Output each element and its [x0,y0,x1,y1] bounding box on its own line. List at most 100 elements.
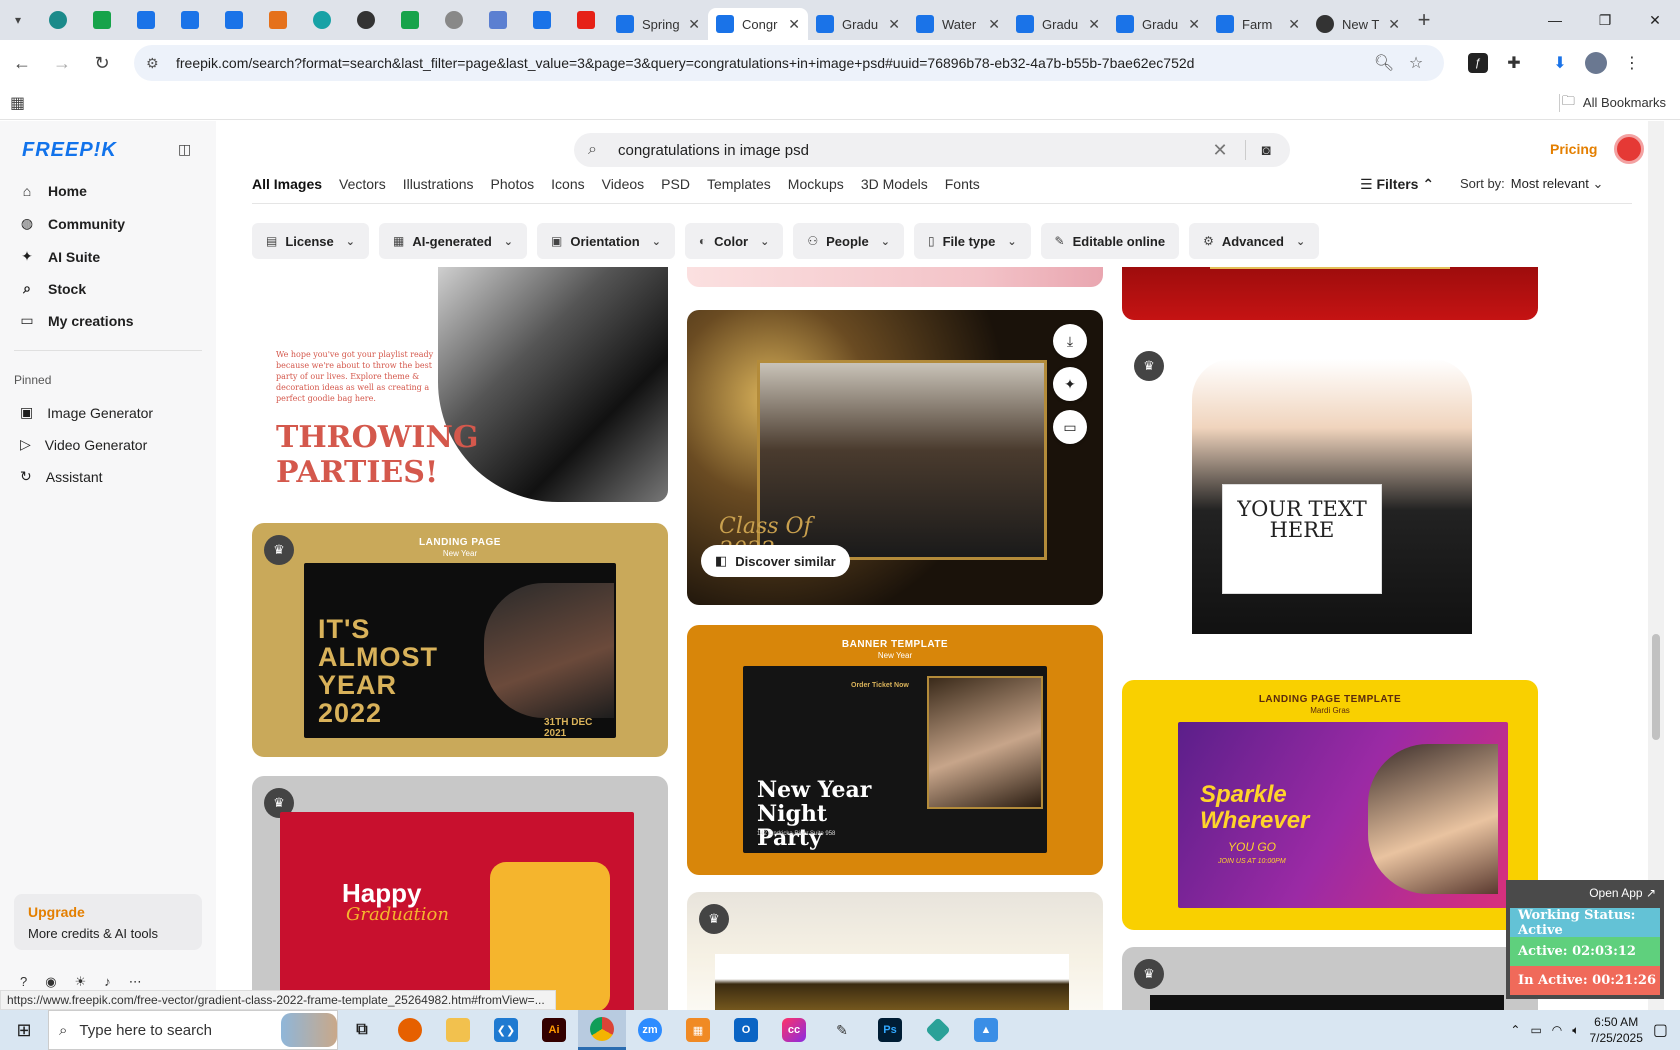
pinned-tab[interactable] [476,0,520,40]
chip-advanced[interactable]: ⚙ Advanced ⌄ [1189,223,1320,259]
bookmark-star-icon[interactable]: ☆ [1400,53,1432,73]
pinned-tab[interactable] [520,0,564,40]
tab-templates[interactable]: Templates [707,176,771,202]
browser-tab[interactable]: Gradu ✕ [1108,8,1208,40]
chip-people[interactable]: ⚇ People ⌄ [793,223,904,259]
pen-tool-icon[interactable]: ✎ [818,1010,866,1050]
scrollbar-thumb[interactable] [1652,634,1660,740]
download-button[interactable]: ⤓ [1053,324,1087,358]
pinned-tab[interactable] [168,0,212,40]
result-card-dark[interactable]: ♛ [1122,947,1538,1010]
tab-vectors[interactable]: Vectors [339,176,386,202]
filters-button[interactable]: ☰ Filters ⌃ [1360,176,1434,193]
wifi-icon[interactable]: ◠ [1552,1023,1562,1037]
result-card-golden-confetti[interactable]: ♛ [687,892,1103,1010]
chevron-up-icon[interactable]: ⌃ [1510,1023,1520,1037]
photoshop-icon[interactable]: Ps [866,1010,914,1050]
taskbar-search[interactable]: ⌕ Type here to search [48,1010,338,1050]
sidebar-item-ai-suite[interactable]: ✦ AI Suite [20,248,100,265]
puzzle-icon[interactable]: ✚ [1496,45,1532,81]
apps-grid-icon[interactable]: ▦ [10,93,25,113]
sidebar-item-stock[interactable]: ⌕ Stock [20,280,86,297]
page-scrollbar[interactable] [1648,121,1664,1010]
reload-icon[interactable]: ↻ [84,45,120,81]
pinned-tab[interactable] [80,0,124,40]
tab-photos[interactable]: Photos [491,176,535,202]
result-card-throwing-parties[interactable]: We hope you've got your playlist ready b… [252,267,668,502]
windows-start-icon[interactable]: ⊞ [0,1010,48,1050]
more-icon[interactable]: ⋯ [129,974,142,990]
clear-icon[interactable]: ✕ [1205,140,1235,161]
avatar[interactable] [1614,134,1644,164]
sidebar-item-home[interactable]: ⌂ Home [20,183,87,199]
pinned-tab[interactable] [212,0,256,40]
back-icon[interactable]: ← [4,45,40,81]
browser-tab[interactable]: Gradu ✕ [1008,8,1108,40]
clock[interactable]: 6:50 AM 7/25/2025 [1589,1014,1642,1046]
freepik-logo[interactable]: FREEP!K [22,139,117,162]
pinned-item-assistant[interactable]: ↻ Assistant [20,468,103,485]
theme-icon[interactable]: ☀ [75,974,87,990]
firefox-icon[interactable] [386,1010,434,1050]
pinned-tab[interactable] [344,0,388,40]
tab-all-images[interactable]: All Images [252,176,322,202]
photos-icon[interactable]: ▲ [962,1010,1010,1050]
upgrade-card[interactable]: Upgrade More credits & AI tools [14,894,202,950]
browser-tab[interactable]: Farm ✕ [1208,8,1308,40]
profile-avatar[interactable] [1578,45,1614,81]
extension-icon[interactable]: ƒ [1460,45,1496,81]
zoom-icon[interactable]: zm [626,1010,674,1050]
zoom-icon[interactable]: 🔍︎ [1368,53,1400,73]
discord-icon[interactable]: ◉ [45,974,56,990]
result-card-landing-page[interactable]: ♛ LANDING PAGE New Year IT'S ALMOST YEAR… [252,523,668,757]
illustrator-icon[interactable]: Ai [530,1010,578,1050]
ai-edit-button[interactable]: ✦ [1053,367,1087,401]
camera-icon[interactable]: ◙ [1256,142,1276,159]
search-bar[interactable]: ⌕ congratulations in image psd ✕ ◙ [574,133,1290,167]
search-input[interactable]: congratulations in image psd [618,142,1205,159]
minimize-icon[interactable]: — [1530,0,1580,40]
tab-psd[interactable]: PSD [661,176,690,202]
pinned-tab[interactable] [432,0,476,40]
file-explorer-icon[interactable] [434,1010,482,1050]
download-icon[interactable]: ⬇ [1542,45,1578,81]
tab-videos[interactable]: Videos [602,176,645,202]
discover-similar-button[interactable]: ◧ Discover similar [701,545,850,577]
result-card-class-of-2022[interactable]: Class Of 2022 ⤓ ✦ ▭ ◧Discover similar [687,310,1103,605]
close-icon[interactable]: ✕ [1188,16,1200,33]
open-app-button[interactable]: Open App ↗ [1506,880,1664,906]
chrome-icon[interactable] [578,1010,626,1050]
tab-illustrations[interactable]: Illustrations [403,176,474,202]
notification-icon[interactable]: ▢ [1653,1020,1668,1040]
chip-license[interactable]: ▤ License ⌄ [252,223,369,259]
pinned-tab[interactable] [36,0,80,40]
app-icon[interactable] [914,1010,962,1050]
app-icon[interactable]: ▦ [674,1010,722,1050]
pinned-item-image-generator[interactable]: ▣ Image Generator [20,404,153,421]
tab-mockups[interactable]: Mockups [788,176,844,202]
pinned-tab[interactable] [256,0,300,40]
close-icon[interactable]: ✕ [888,16,900,33]
restore-icon[interactable]: ❐ [1580,0,1630,40]
result-card-your-text-here[interactable]: ♛ YOUR TEXT HERE [1122,339,1538,634]
close-icon[interactable]: ✕ [988,16,1000,33]
chip-file-type[interactable]: ▯ File type ⌄ [913,223,1031,259]
close-icon[interactable]: ✕ [688,16,700,33]
browser-tab[interactable]: New T ✕ [1308,8,1408,40]
tab-3d-models[interactable]: 3D Models [861,176,928,202]
close-icon[interactable]: ✕ [788,16,800,33]
result-card-new-year-banner[interactable]: BANNER TEMPLATE New Year Order Ticket No… [687,625,1103,875]
task-view-icon[interactable]: ⧉ [338,1010,386,1050]
outlook-icon[interactable]: O [722,1010,770,1050]
chip-ai-generated[interactable]: ▦ AI-generated ⌄ [378,223,528,259]
tab-fonts[interactable]: Fonts [945,176,980,202]
result-card-happy-graduation[interactable]: ♛ Happy Graduation [252,776,668,1010]
result-card-red-gold[interactable] [1122,267,1538,320]
forward-icon[interactable]: → [44,45,80,81]
address-bar[interactable]: ⚙ freepik.com/search?format=search&last_… [134,45,1444,81]
pinned-item-video-generator[interactable]: ▷ Video Generator [20,436,147,453]
close-icon[interactable]: ✕ [1288,16,1300,33]
pinned-tab[interactable] [300,0,344,40]
bell-icon[interactable]: ♪ [104,974,111,990]
chip-editable-online[interactable]: ✎ Editable online [1040,223,1180,259]
